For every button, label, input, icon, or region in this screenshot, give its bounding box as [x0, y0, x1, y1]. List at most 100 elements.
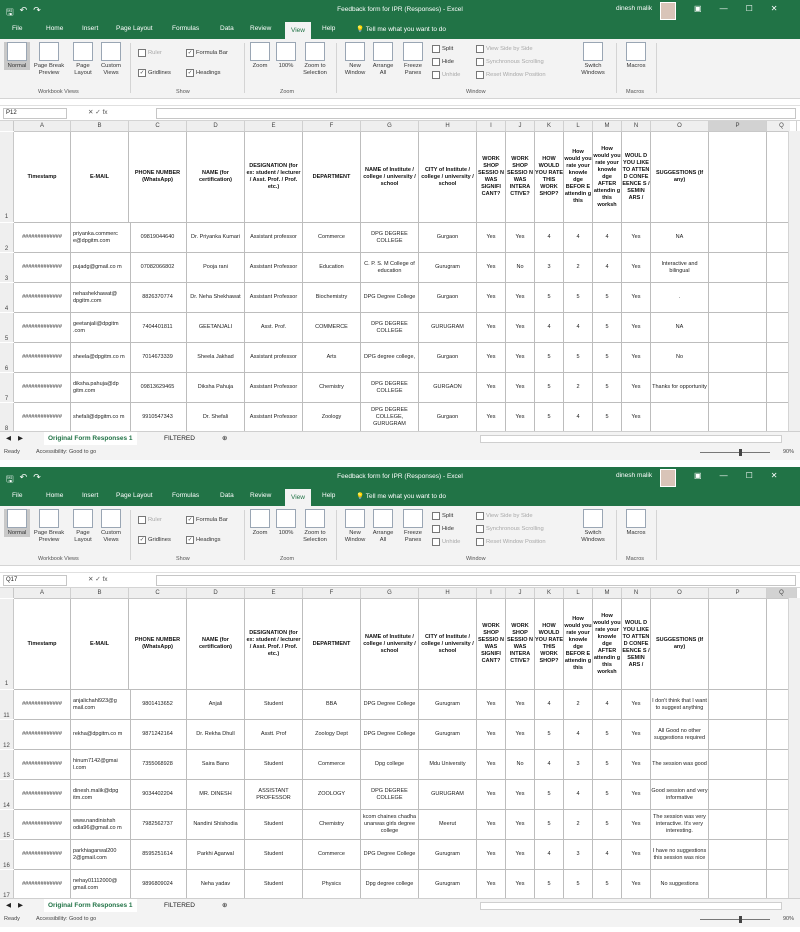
table-cell[interactable]: GURUGRAM	[419, 313, 477, 343]
new-window-button[interactable]: New Window	[342, 42, 368, 77]
column-header-o[interactable]: O	[651, 121, 709, 131]
header-cell[interactable]: Timestamp	[14, 599, 71, 690]
avatar[interactable]	[660, 469, 676, 487]
checkbox-ruler[interactable]: Ruler	[138, 516, 162, 524]
table-cell[interactable]: Assistant professor	[245, 223, 303, 253]
column-header-b[interactable]: B	[71, 121, 129, 131]
table-cell[interactable]: COMMERCE	[303, 313, 361, 343]
table-cell[interactable]: Yes	[506, 343, 535, 373]
page-layout-view-button[interactable]: Page Layout	[70, 509, 96, 544]
tab-page-layout[interactable]: Page Layout	[116, 25, 153, 32]
table-cell-empty[interactable]	[709, 840, 767, 870]
table-cell[interactable]: No	[651, 343, 709, 373]
add-sheet-icon[interactable]: ⊕	[218, 432, 231, 445]
row-header[interactable]: 16	[0, 840, 14, 869]
table-cell[interactable]: I don't think that I want to suggest any…	[651, 690, 709, 720]
zoom-slider[interactable]	[700, 452, 770, 453]
minimize-icon[interactable]: —	[720, 4, 728, 13]
table-cell[interactable]: Yes	[477, 343, 506, 373]
table-cell[interactable]: 4	[564, 780, 593, 810]
custom-views-button[interactable]: Custom Views	[98, 509, 124, 544]
table-cell[interactable]: 5	[535, 403, 564, 433]
normal-view-button[interactable]: Normal	[4, 509, 30, 537]
window-reset-pos-button[interactable]: Reset Window Position	[476, 71, 546, 79]
table-cell[interactable]: 4	[564, 223, 593, 253]
table-cell[interactable]: 9871242164	[129, 720, 187, 750]
freeze-panes-button[interactable]: Freeze Panes	[400, 509, 426, 544]
minimize-icon[interactable]: —	[720, 471, 728, 480]
table-cell[interactable]: Student	[245, 690, 303, 720]
table-cell[interactable]: Parkhi Agarwal	[187, 840, 245, 870]
zoom-slider-knob[interactable]	[739, 916, 742, 923]
table-cell[interactable]: Dr. Rekha Dhull	[187, 720, 245, 750]
table-cell[interactable]: Dpg college	[361, 750, 419, 780]
table-cell[interactable]: Yes	[622, 750, 651, 780]
switch-windows-button[interactable]: Switch Windows	[576, 509, 610, 544]
table-cell[interactable]: 5	[593, 720, 622, 750]
column-header-k[interactable]: K	[535, 121, 564, 131]
header-cell[interactable]: WORK SHOP SESSIO N WAS SIGNIFI CANT?	[477, 599, 506, 690]
table-cell[interactable]: DPG Degree College	[361, 840, 419, 870]
table-cell[interactable]: Interactive and bilingual	[651, 253, 709, 283]
table-cell[interactable]: #############	[14, 780, 71, 810]
window-sync-scroll-button[interactable]: Synchronous Scrolling	[476, 58, 544, 66]
table-cell[interactable]: Thanks for opportunity	[651, 373, 709, 403]
zoom-button[interactable]: Zoom	[248, 509, 272, 537]
column-header-a[interactable]: A	[14, 588, 71, 598]
table-cell[interactable]: 2	[564, 690, 593, 720]
table-cell[interactable]: geetanjali@dpgitm .com	[71, 313, 131, 343]
table-cell[interactable]: #############	[14, 840, 71, 870]
table-cell[interactable]: Yes	[477, 810, 506, 840]
header-cell[interactable]: How would you rate your knowle dge BEFOR…	[564, 132, 593, 223]
table-cell[interactable]: 8595251614	[129, 840, 187, 870]
normal-view-button[interactable]: Normal	[4, 42, 30, 70]
table-cell[interactable]: 4	[564, 720, 593, 750]
table-cell-empty[interactable]	[709, 253, 767, 283]
row-header[interactable]: 17	[0, 870, 14, 899]
checkbox-gridlines[interactable]: ✓ Gridlines	[138, 69, 171, 77]
header-cell[interactable]: SUGGESTIONS (If any)	[651, 132, 709, 223]
table-cell[interactable]: 7014673339	[129, 343, 187, 373]
table-cell[interactable]: 5	[593, 343, 622, 373]
table-cell[interactable]: Nandini Shishodia	[187, 810, 245, 840]
table-cell[interactable]: nehashekhawat@ dpgitm.com	[71, 283, 131, 313]
user-name[interactable]: dinesh malik	[616, 5, 652, 12]
table-cell[interactable]: 4	[535, 750, 564, 780]
name-box[interactable]: Q17	[3, 575, 67, 586]
table-cell[interactable]: Dr. Neha Shekhawat	[187, 283, 245, 313]
table-cell[interactable]: 4	[593, 690, 622, 720]
tab-data[interactable]: Data	[220, 25, 234, 32]
header-cell[interactable]: HOW WOULD YOU RATE THIS WORK SHOP?	[535, 599, 564, 690]
table-cell[interactable]: The session was very interactive. It's v…	[651, 810, 709, 840]
table-cell[interactable]: Student	[245, 840, 303, 870]
header-cell[interactable]: DESIGNATION (for ex: student / lecturer …	[245, 599, 303, 690]
formula-input[interactable]	[156, 575, 796, 586]
table-cell[interactable]: 4	[593, 253, 622, 283]
window-split-button[interactable]: Split	[432, 512, 453, 520]
table-cell[interactable]: DPG DEGREE COLLEGE, GURUGRAM	[361, 403, 419, 433]
fx-icon[interactable]: ✕ ✓ fx	[88, 108, 108, 116]
table-cell[interactable]: Yes	[477, 870, 506, 900]
table-cell[interactable]: Arts	[303, 343, 361, 373]
table-cell[interactable]: Zoology	[303, 403, 361, 433]
user-name[interactable]: dinesh malik	[616, 472, 652, 479]
table-cell[interactable]: 5	[535, 870, 564, 900]
table-cell[interactable]: Assistant Professor	[245, 253, 303, 283]
header-cell[interactable]: NAME of Institute / college / university…	[361, 599, 419, 690]
table-cell[interactable]: 5	[593, 373, 622, 403]
table-cell[interactable]: 09813629465	[129, 373, 187, 403]
table-cell[interactable]: DPG DEGREE COLLEGE	[361, 780, 419, 810]
table-cell[interactable]: 4	[564, 313, 593, 343]
row-header[interactable]: 3	[0, 253, 14, 282]
zoom-to-selection-button[interactable]: Zoom to Selection	[298, 509, 332, 544]
table-cell[interactable]: 4	[535, 690, 564, 720]
zoom-to-selection-button[interactable]: Zoom to Selection	[298, 42, 332, 77]
table-cell[interactable]: 5	[593, 403, 622, 433]
accessibility-status[interactable]: Accessibility: Good to go	[36, 449, 96, 455]
zoom-100-button[interactable]: 100%	[274, 509, 298, 537]
column-header-h[interactable]: H	[419, 588, 477, 598]
table-cell[interactable]: Asst. Prof.	[245, 313, 303, 343]
row-header[interactable]: 4	[0, 283, 14, 312]
add-sheet-icon[interactable]: ⊕	[218, 899, 231, 912]
table-cell[interactable]: 2	[564, 373, 593, 403]
